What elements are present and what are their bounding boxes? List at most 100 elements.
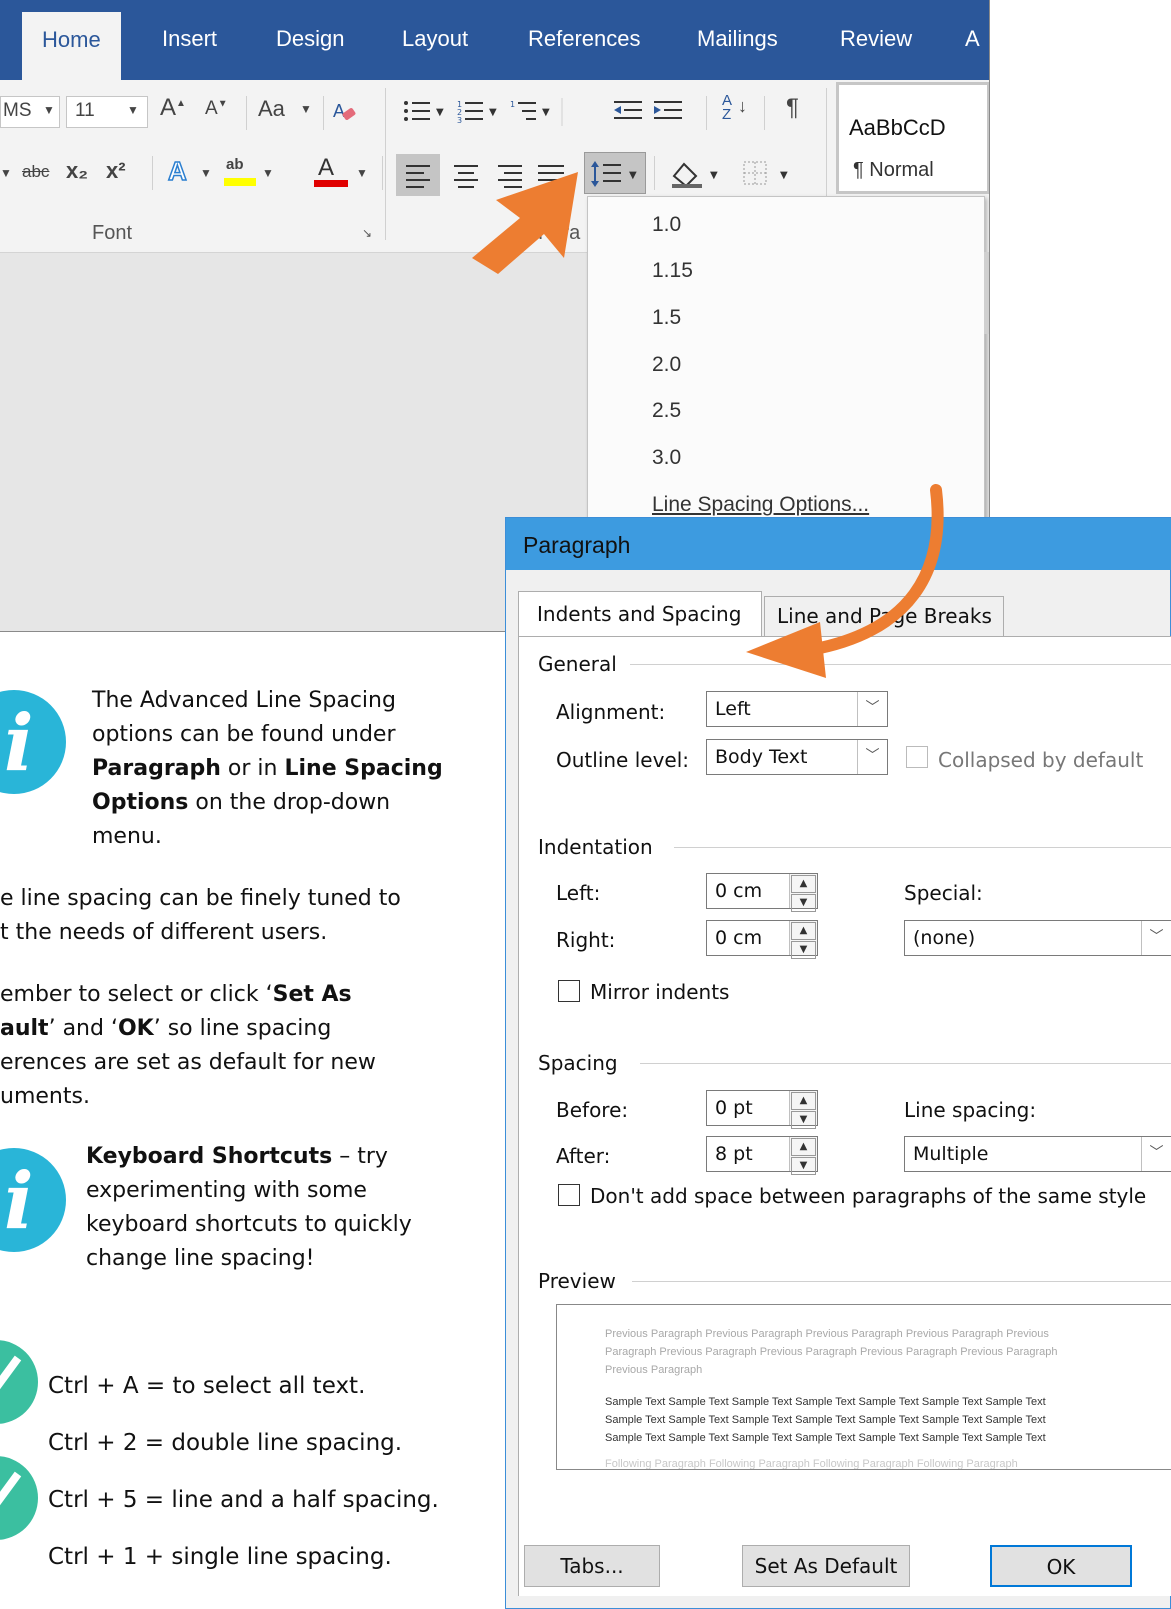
separator (152, 156, 153, 190)
tip-bold: Options (92, 790, 189, 815)
sort-icon[interactable]: AZ (722, 93, 732, 122)
font-size-box[interactable]: 11 ▼ (66, 96, 148, 128)
bullets-icon (404, 101, 430, 121)
indent-right-label: Right: (556, 928, 616, 952)
line-spacing-value: Multiple (913, 1143, 989, 1165)
scrollbar[interactable] (984, 252, 989, 334)
tab-mailings[interactable]: Mailings (697, 26, 778, 52)
tab-addins[interactable]: A (965, 26, 980, 52)
multilevel-list-icon: 1 (510, 100, 536, 120)
tab-design[interactable]: Design (276, 26, 344, 52)
set-as-default-button[interactable]: Set As Default (742, 1545, 910, 1587)
collapsed-checkbox[interactable] (906, 746, 928, 768)
special-value: (none) (913, 927, 976, 949)
preview-sample: Sample Text Sample Text Sample Text Samp… (605, 1393, 1046, 1447)
font-size-value: 11 (75, 100, 95, 121)
line-spacing-select[interactable]: Multiple ﹀ (904, 1136, 1171, 1172)
line-spacing-option-3.0[interactable]: 3.0 (652, 446, 681, 470)
svg-text:▼: ▼ (710, 170, 718, 181)
tab-review[interactable]: Review (840, 26, 912, 52)
shading-icon[interactable]: ▼ (670, 156, 730, 190)
para-set-default: ember to select or click ‘Set As ault’ a… (0, 978, 376, 1114)
spacing-after-input[interactable]: 8 pt ▲ ▼ (706, 1136, 818, 1175)
pointer-arrow-icon (472, 172, 578, 274)
tip-line: change line spacing! (86, 1246, 315, 1271)
line-spacing-button[interactable]: ▼ (584, 152, 646, 194)
shortcut-item: Ctrl + 1 + single line spacing. (48, 1544, 392, 1570)
dont-add-space-checkbox[interactable] (558, 1184, 580, 1206)
preview-line: Sample Text Sample Text Sample Text Samp… (605, 1414, 1046, 1426)
tip-line: Options on the drop-down (92, 786, 443, 820)
decrease-indent-icon (614, 101, 642, 119)
svg-text:1: 1 (510, 100, 515, 109)
outline-level-select[interactable]: Body Text ﹀ (706, 739, 888, 775)
style-preview-text: AaBbCcD (849, 115, 946, 140)
align-left-button[interactable] (396, 154, 440, 196)
subscript-button[interactable]: x₂ (66, 158, 88, 184)
alignment-select[interactable]: Left ﹀ (706, 691, 888, 727)
separator (706, 96, 707, 130)
indent-buttons (614, 101, 682, 119)
indent-right-input[interactable]: 0 cm ▲ ▼ (706, 920, 818, 959)
spacing-after-label: After: (556, 1144, 611, 1168)
highlight-color-icon[interactable]: ab (222, 156, 258, 190)
special-select[interactable]: (none) ﹀ (904, 920, 1171, 956)
indent-right-value: 0 cm (715, 927, 763, 949)
para-finely-tuned: e line spacing can be finely tuned to t … (0, 882, 401, 950)
superscript-button[interactable]: x² (106, 158, 126, 184)
section-preview: Preview (538, 1269, 616, 1293)
tip-line: The Advanced Line Spacing (92, 688, 396, 713)
font-name-box[interactable]: MS ▼ (0, 96, 60, 128)
para-text: ’ so line spacing (153, 1016, 332, 1041)
line-spacing-option-2.0[interactable]: 2.0 (652, 353, 681, 377)
spacing-before-input[interactable]: 0 pt ▲ ▼ (706, 1090, 818, 1129)
line-spacing-option-1.15[interactable]: 1.15 (652, 259, 693, 283)
indent-left-input[interactable]: 0 cm ▲ ▼ (706, 873, 818, 912)
line-spacing-option-1.5[interactable]: 1.5 (652, 306, 681, 330)
para-line: t the needs of different users. (0, 920, 328, 945)
borders-icon[interactable]: ▼ (740, 156, 800, 190)
grow-font-icon[interactable]: A▲ (160, 94, 186, 122)
shrink-font-icon[interactable]: A▼ (205, 98, 228, 120)
chevron-down-icon: ▼ (262, 166, 274, 180)
special-label: Special: (904, 881, 983, 905)
spinner-arrows-icon[interactable]: ▲ ▼ (789, 1091, 817, 1129)
style-normal[interactable]: AaBbCcD ¶ Normal (836, 82, 989, 194)
strikethrough-button[interactable]: abc (22, 162, 49, 182)
font-dialog-launcher-icon[interactable]: ↘ (362, 226, 372, 240)
tab-layout[interactable]: Layout (402, 26, 468, 52)
svg-text:▼: ▼ (780, 170, 788, 181)
line-spacing-icon: ▼ (591, 161, 637, 187)
tab-references[interactable]: References (528, 26, 641, 52)
check-mark-icon (0, 1471, 22, 1506)
tabs-button[interactable]: Tabs... (524, 1545, 660, 1587)
ok-button[interactable]: OK (990, 1545, 1132, 1587)
spinner-arrows-icon[interactable]: ▲ ▼ (789, 1137, 817, 1175)
change-case-button[interactable]: Aa (258, 96, 285, 122)
show-marks-button[interactable]: ¶ (786, 94, 799, 122)
tab-home[interactable]: Home (22, 12, 121, 80)
decorative-circle (0, 1456, 38, 1540)
preview-line: Previous Paragraph (605, 1364, 703, 1376)
font-group-label: Font (92, 222, 133, 244)
font-color-icon[interactable]: A (312, 154, 348, 190)
line-spacing-option-2.5[interactable]: 2.5 (652, 399, 681, 423)
spinner-arrows-icon[interactable]: ▲ ▼ (789, 874, 817, 912)
collapsed-label: Collapsed by default (938, 748, 1144, 772)
clear-formatting-icon[interactable]: A (332, 98, 358, 124)
section-general: General (538, 652, 617, 676)
mirror-indents-label: Mirror indents (590, 980, 730, 1004)
indent-left-value: 0 cm (715, 880, 763, 902)
text-effects-icon[interactable]: A (167, 155, 187, 187)
line-spacing-option-1.0[interactable]: 1.0 (652, 213, 681, 237)
preview-following: Following Paragraph Following Paragraph … (605, 1458, 1018, 1470)
indent-left-label: Left: (556, 881, 601, 905)
para-text: ’ and ‘ (48, 1016, 118, 1041)
mirror-indents-checkbox[interactable] (558, 980, 580, 1002)
tip-line: Keyboard Shortcuts – try (86, 1140, 412, 1174)
info-icon: i (0, 1148, 66, 1252)
shortcut-item: Ctrl + 2 = double line spacing. (48, 1430, 403, 1456)
spinner-arrows-icon[interactable]: ▲ ▼ (789, 921, 817, 959)
tab-indents-spacing[interactable]: Indents and Spacing (518, 591, 762, 637)
tab-insert[interactable]: Insert (162, 26, 217, 52)
